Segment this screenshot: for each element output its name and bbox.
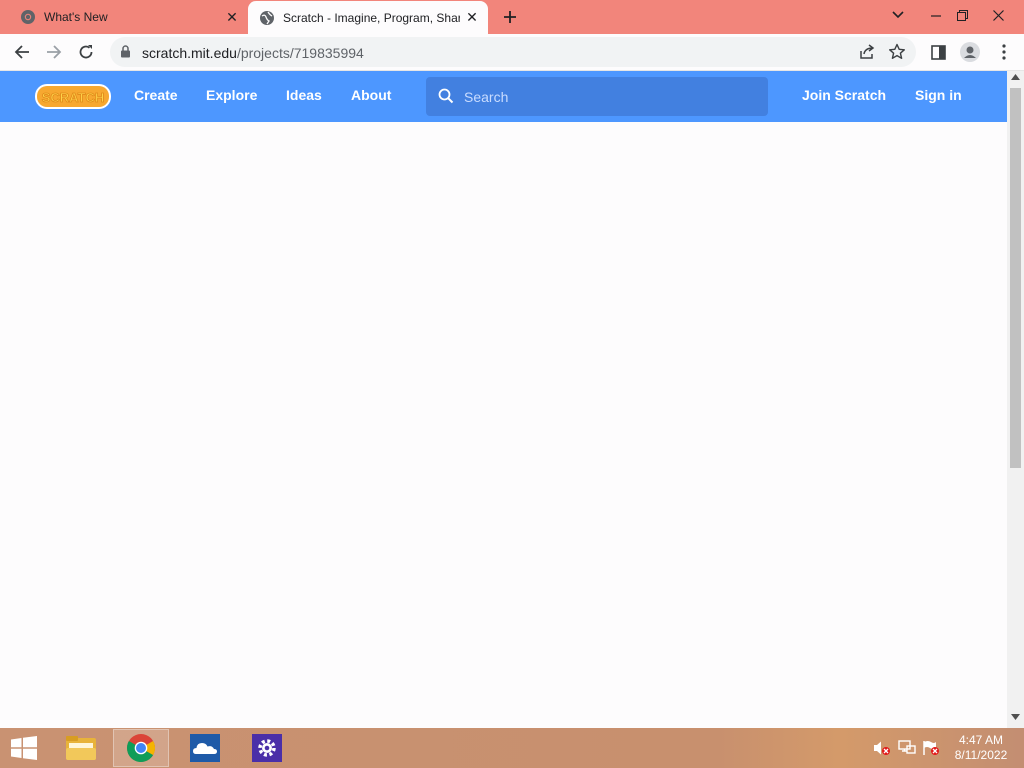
close-window-button[interactable] [982,0,1014,30]
chevron-down-icon [892,11,904,19]
address-bar[interactable]: scratch.mit.edu/projects/719835994 [110,37,916,67]
globe-icon [260,10,274,25]
plus-icon [504,11,516,23]
tab-title: Scratch - Imagine, Program, Shar [283,10,460,25]
nav-ideas[interactable]: Ideas [286,87,322,103]
reload-icon [79,45,93,59]
folder-icon [66,736,96,760]
new-tab-button[interactable] [498,5,522,29]
search-input[interactable] [464,87,754,107]
minimize-icon [931,15,941,17]
scroll-down-arrow-icon[interactable] [1011,714,1020,720]
close-tab-icon[interactable]: ✕ [460,6,484,30]
browser-toolbar: scratch.mit.edu/projects/719835994 [0,34,1024,71]
scrollbar-thumb[interactable] [1010,88,1021,468]
taskbar-clock[interactable]: 4:47 AM 8/11/2022 [948,733,1014,763]
restore-icon [956,9,968,21]
tab-whats-new[interactable]: What's New ✕ [8,0,248,34]
svg-text:SCRATCH: SCRATCH [42,90,105,105]
windows-taskbar: 4:47 AM 8/11/2022 [0,728,1024,768]
url-host: scratch.mit.edu [142,45,237,61]
restore-button[interactable] [946,0,978,30]
taskbar-onedrive[interactable] [177,729,233,767]
profile-button[interactable] [956,38,984,66]
network-icon[interactable] [898,740,916,756]
page-scrollbar[interactable] [1007,71,1024,728]
taskbar-chrome[interactable] [113,729,169,767]
windows-logo-icon [11,736,37,760]
search-icon [438,88,454,104]
side-panel-button[interactable] [924,38,952,66]
search-bar [426,77,768,116]
tab-scratch[interactable]: Scratch - Imagine, Program, Shar ✕ [248,1,488,34]
browser-tab-strip: What's New ✕ Scratch - Imagine, Program,… [0,0,1024,34]
action-center-flag-icon[interactable] [922,740,940,756]
close-icon [992,9,1004,21]
close-tab-icon[interactable]: ✕ [220,5,244,29]
forward-button[interactable] [40,38,68,66]
arrow-right-icon [47,45,62,59]
volume-muted-icon[interactable] [873,740,891,756]
lock-icon [121,45,130,58]
sign-in-link[interactable]: Sign in [915,87,962,103]
chrome-icon [21,10,35,24]
scroll-up-arrow-icon[interactable] [1011,74,1020,80]
nav-create[interactable]: Create [134,87,178,103]
avatar-icon [960,42,980,62]
taskbar-file-explorer[interactable] [53,729,109,767]
clock-time: 4:47 AM [958,733,1004,747]
bookmark-star-icon[interactable] [888,43,906,61]
share-icon[interactable] [858,43,876,61]
start-button[interactable] [0,729,48,767]
kebab-menu-icon [1002,44,1006,60]
page-content-area [0,122,1007,728]
arrow-left-icon [14,45,29,59]
tab-search-button[interactable] [882,0,914,30]
reload-button[interactable] [72,38,100,66]
taskbar-settings[interactable] [239,729,295,767]
tab-title: What's New [44,10,108,24]
side-panel-icon [930,44,946,60]
join-scratch-link[interactable]: Join Scratch [802,87,886,103]
clock-date: 8/11/2022 [954,748,1008,762]
onedrive-cloud-icon [190,734,220,762]
gear-icon [252,734,282,762]
nav-explore[interactable]: Explore [206,87,257,103]
url-text: scratch.mit.edu/projects/719835994 [142,45,364,61]
chrome-icon [126,734,155,763]
url-path: /projects/719835994 [236,45,364,61]
nav-about[interactable]: About [351,87,391,103]
back-button[interactable] [8,38,36,66]
browser-menu-button[interactable] [990,38,1018,66]
scratch-logo[interactable]: SCRATCH [34,82,112,111]
scratch-navbar: SCRATCH Create Explore Ideas About Join … [0,71,1007,122]
